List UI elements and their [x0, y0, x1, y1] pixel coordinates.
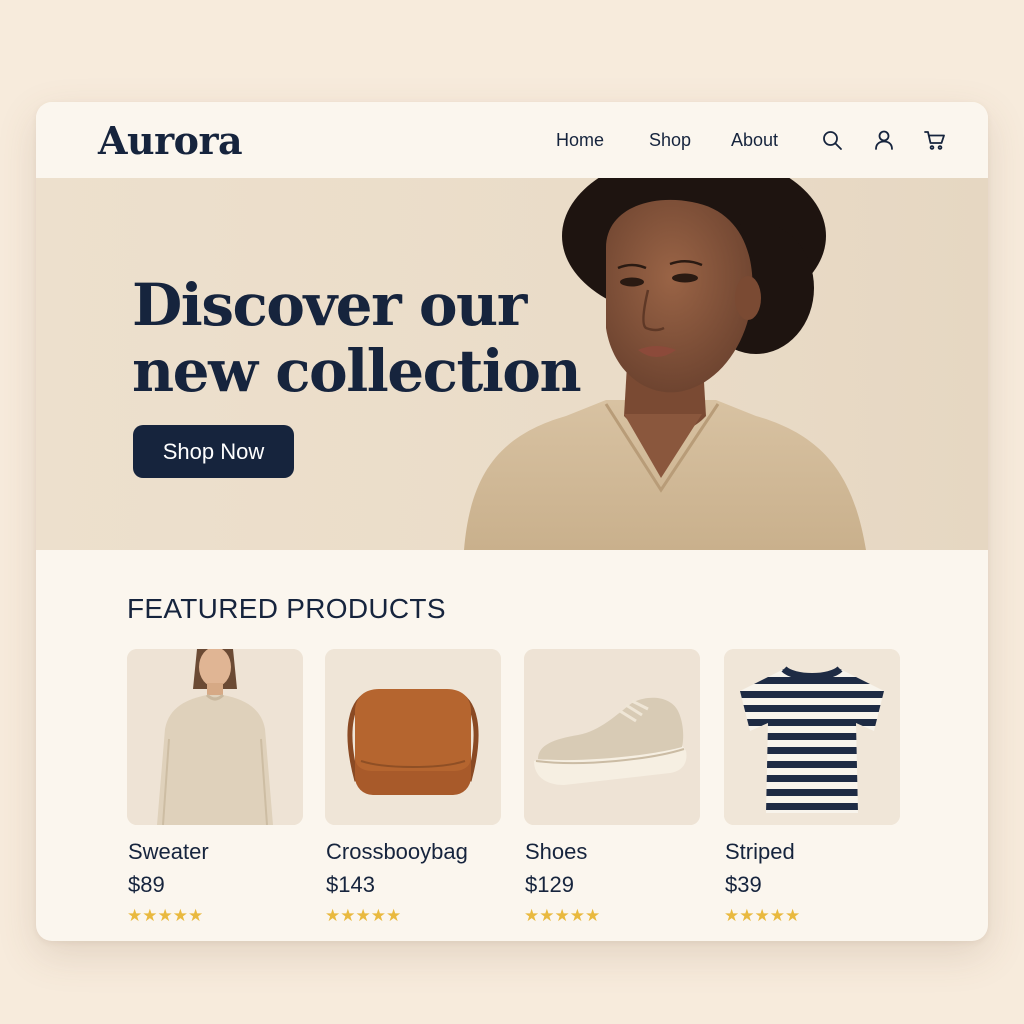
brand-logo[interactable]: Aurora	[98, 118, 243, 163]
cart-icon[interactable]	[923, 128, 947, 152]
nav-shop[interactable]: Shop	[649, 130, 691, 151]
product-image-striped-tee[interactable]	[724, 649, 900, 825]
browser-window: Aurora Home Shop About Discover our new …	[36, 102, 988, 941]
site-header: Aurora Home Shop About	[36, 102, 988, 178]
product-price: $39	[725, 872, 762, 897]
product-price: $89	[128, 872, 165, 897]
hero-model-image	[464, 178, 866, 550]
product-card[interactable]: Crossbooybag $143 ★★★★★	[325, 649, 501, 939]
product-image-crossbody-bag[interactable]	[325, 649, 501, 825]
product-image-sweater[interactable]	[127, 649, 303, 825]
featured-products-heading: FEATURED PRODUCTS	[127, 593, 446, 624]
product-name[interactable]: Striped	[725, 839, 795, 865]
product-name[interactable]: Sweater	[128, 839, 209, 865]
product-price: $143	[326, 872, 375, 897]
nav-about[interactable]: About	[731, 130, 778, 151]
product-name[interactable]: Crossbooybag	[326, 839, 468, 865]
product-image-shoes[interactable]	[524, 649, 700, 825]
nav-home[interactable]: Home	[556, 130, 604, 151]
product-price: $129	[525, 872, 574, 897]
product-card[interactable]: Sweater $89 ★★★★★	[127, 649, 303, 939]
rating-stars: ★★★★★	[524, 906, 601, 926]
product-name[interactable]: Shoes	[525, 839, 587, 865]
shop-now-button[interactable]: Shop Now	[133, 425, 294, 478]
product-card[interactable]: Striped $39 ★★★★★	[724, 649, 900, 939]
rating-stars: ★★★★★	[127, 906, 204, 926]
hero-banner: Discover our new collection Shop Now	[36, 178, 988, 550]
rating-stars: ★★★★★	[724, 906, 801, 926]
user-icon[interactable]	[872, 128, 896, 152]
product-card[interactable]: Shoes $129 ★★★★★	[524, 649, 700, 939]
rating-stars: ★★★★★	[325, 906, 402, 926]
search-icon[interactable]	[820, 128, 844, 152]
